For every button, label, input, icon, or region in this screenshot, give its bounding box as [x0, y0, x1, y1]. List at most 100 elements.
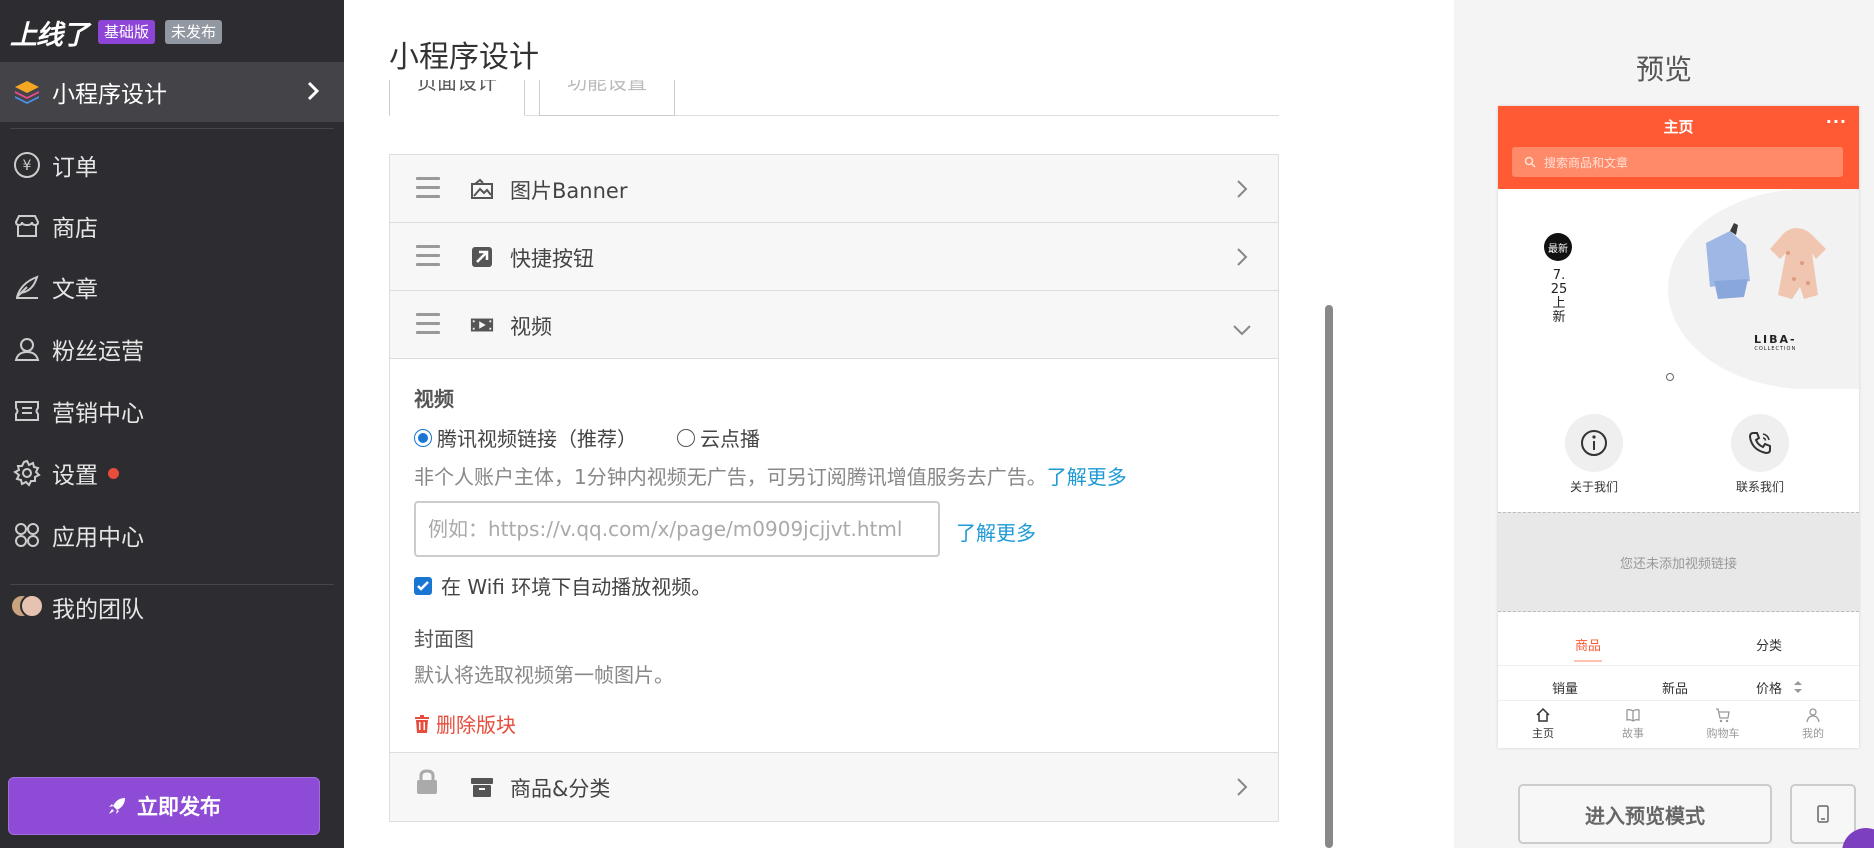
phone-search-bar[interactable]: 搜索商品和文章 — [1512, 147, 1843, 177]
sort-sales[interactable]: 销量 — [1552, 678, 1578, 697]
team-avatars — [10, 594, 44, 620]
tab-feature-settings[interactable]: 功能设置 — [539, 80, 675, 116]
video-url-input[interactable] — [414, 501, 940, 557]
plan-badge[interactable]: 基础版 — [98, 20, 156, 44]
checkmark-icon — [417, 580, 429, 591]
brand: 上线了 基础版 未发布 — [10, 13, 223, 52]
phone-header-title: 主页 — [1663, 118, 1694, 136]
block-label: 视频 — [510, 315, 552, 339]
block-banner[interactable]: 图片Banner — [390, 155, 1278, 223]
bottom-tab-label: 购物车 — [1706, 727, 1740, 740]
bottom-tab-story[interactable]: 故事 — [1603, 707, 1663, 741]
layers-icon — [12, 77, 42, 107]
box-icon — [470, 775, 494, 799]
block-shortcut[interactable]: 快捷按钮 — [390, 223, 1278, 291]
radio-cloud-label[interactable]: 云点播 — [700, 423, 760, 452]
block-video[interactable]: 视频 — [390, 291, 1278, 359]
phone-preview: 主页 ··· 搜索商品和文章 最新 7.25上新 LIBA- COLLECTIO… — [1498, 106, 1859, 748]
bottom-tab-label: 主页 — [1532, 727, 1554, 740]
bottom-tab-label: 我的 — [1802, 727, 1824, 740]
cart-icon — [1716, 708, 1730, 723]
user-icon — [1806, 708, 1820, 723]
search-icon — [1524, 156, 1536, 168]
publish-button-label: 立即发布 — [137, 796, 221, 819]
autoplay-label[interactable]: 在 Wifi 环境下自动播放视频。 — [441, 571, 711, 600]
sidebar-item-label: 商店 — [52, 216, 98, 242]
mobile-icon — [1817, 805, 1829, 823]
publish-button[interactable]: 立即发布 — [8, 777, 320, 835]
device-toggle-button[interactable] — [1790, 784, 1856, 844]
radio-cloud-vod[interactable] — [677, 428, 695, 447]
banner-brand-name: LIBA- — [1754, 333, 1797, 346]
delete-block-button[interactable]: 删除版块 — [414, 709, 516, 738]
sidebar-item-label: 设置 — [52, 463, 98, 489]
brand-logo[interactable]: 上线了 — [10, 13, 89, 52]
sidebar-item-store[interactable]: 商店 — [0, 201, 344, 251]
drag-handle-icon[interactable] — [416, 313, 440, 340]
phone-header: 主页 ··· 搜索商品和文章 — [1498, 106, 1859, 189]
scrollbar[interactable] — [1325, 305, 1333, 848]
sidebar-item-fans[interactable]: 粉丝运营 — [0, 324, 344, 374]
quick-contact-us[interactable]: 联系我们 — [1700, 414, 1820, 495]
learn-more-link[interactable]: 了解更多 — [1047, 465, 1127, 489]
block-products[interactable]: 商品&分类 — [390, 753, 1278, 821]
bottom-tab-cart[interactable]: 购物车 — [1693, 707, 1753, 741]
phone-bottom-nav: 主页 故事 购物车 我的 — [1498, 700, 1859, 748]
video-settings: 视频 腾讯视频链接（推荐） 云点播 非个人账户主体，1分钟内视频无广告，可另订阅… — [390, 359, 1278, 753]
info-icon — [1565, 414, 1623, 472]
film-icon — [470, 313, 494, 337]
chevron-right-icon — [1236, 247, 1248, 271]
block-label: 快捷按钮 — [510, 247, 594, 271]
radio-tencent-label[interactable]: 腾讯视频链接（推荐） — [437, 423, 637, 452]
sidebar-item-label: 小程序设计 — [52, 82, 167, 108]
autoplay-checkbox[interactable] — [414, 576, 432, 595]
phone-call-icon — [1731, 414, 1789, 472]
cover-title: 封面图 — [414, 627, 474, 651]
bottom-tab-me[interactable]: 我的 — [1783, 707, 1843, 741]
main-content: 小程序设计 页面设计 功能设置 图片Banner 快捷按钮 视频 视频 腾讯视频… — [344, 0, 1454, 848]
quick-about-label: 关于我们 — [1569, 480, 1618, 494]
svg-text:¥: ¥ — [23, 158, 32, 174]
drag-handle-icon[interactable] — [416, 245, 440, 272]
banner-brand: LIBA- COLLECTION — [1754, 333, 1797, 352]
sidebar-item-settings[interactable]: 设置 — [0, 448, 344, 498]
tab-page-design[interactable]: 页面设计 — [389, 80, 525, 116]
preview-title: 预览 — [1635, 53, 1692, 86]
phone-tab-categories[interactable]: 分类 — [1756, 635, 1782, 654]
more-icon[interactable]: ··· — [1826, 112, 1847, 131]
chevron-right-icon — [306, 80, 320, 106]
video-section-title: 视频 — [414, 387, 454, 411]
bottom-tab-label: 故事 — [1622, 727, 1644, 740]
learn-more-link-2[interactable]: 了解更多 — [956, 517, 1036, 546]
enter-preview-button[interactable]: 进入预览模式 — [1518, 784, 1772, 844]
sidebar-item-articles[interactable]: 文章 — [0, 262, 344, 312]
radio-tencent-video[interactable] — [414, 428, 432, 447]
sidebar-item-miniprogram-design[interactable]: 小程序设计 — [0, 62, 344, 122]
sidebar-item-app-center[interactable]: 应用中心 — [0, 510, 344, 560]
feather-pen-icon — [12, 272, 42, 302]
chevron-down-icon — [1232, 321, 1252, 340]
autoplay-option: 在 Wifi 环境下自动播放视频。 — [414, 571, 711, 600]
sort-price[interactable]: 价格 — [1756, 678, 1782, 697]
chevron-right-icon — [1236, 179, 1248, 203]
yen-icon: ¥ — [12, 150, 42, 180]
banner-headline: 7.25上新 — [1550, 268, 1568, 325]
carousel-indicator[interactable] — [1666, 373, 1674, 381]
notification-dot — [108, 467, 119, 479]
sidebar-item-label: 文章 — [52, 277, 98, 303]
drag-handle-icon[interactable] — [416, 177, 440, 204]
sort-new[interactable]: 新品 — [1662, 678, 1688, 697]
tab-bar: 页面设计 功能设置 — [389, 80, 1279, 116]
app-root: 上线了 基础版 未发布 小程序设计 ¥ 订单 商店 文章 粉丝运营 营销中心 设… — [0, 0, 1874, 848]
bottom-tab-home[interactable]: 主页 — [1513, 707, 1573, 741]
block-list: 图片Banner 快捷按钮 视频 视频 腾讯视频链接（推荐） 云点播 非个人账户… — [389, 154, 1279, 822]
apps-grid-icon — [12, 520, 42, 550]
sidebar-item-orders[interactable]: ¥ 订单 — [0, 140, 344, 190]
sidebar-item-my-team[interactable]: 我的团队 — [0, 582, 344, 632]
sidebar-item-marketing[interactable]: 营销中心 — [0, 386, 344, 436]
banner-brand-sub: COLLECTION — [1754, 346, 1797, 352]
quick-about-us[interactable]: 关于我们 — [1534, 414, 1654, 495]
sort-arrows-icon — [1794, 681, 1802, 693]
clothing-image — [1706, 223, 1826, 299]
phone-tab-products[interactable]: 商品 — [1575, 635, 1601, 654]
